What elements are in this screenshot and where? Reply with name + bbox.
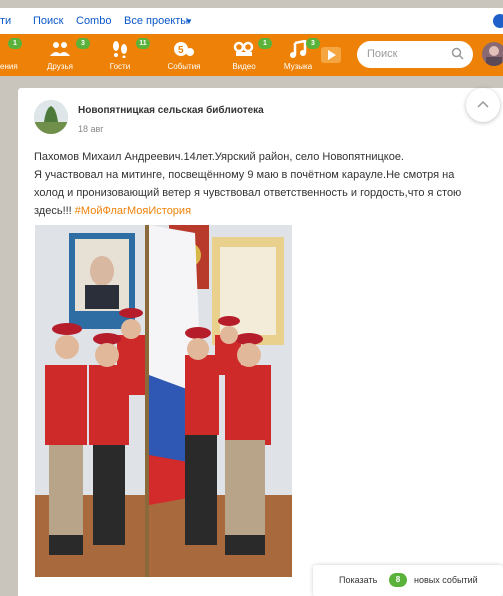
guests-label: Гости	[109, 62, 131, 71]
post-photo[interactable]	[35, 225, 292, 577]
search-placeholder: Поиск	[367, 48, 398, 60]
post-text-line: холод и пронизовающий ветер я чувствовал…	[34, 187, 462, 199]
new-events-notice[interactable]: Показать 8 новых событий	[313, 565, 503, 596]
search-input[interactable]: Поиск	[357, 41, 473, 68]
top-link-all-projects[interactable]: Все проекты	[124, 15, 188, 27]
top-link-search[interactable]: Поиск	[33, 15, 63, 27]
post-date[interactable]: 18 авг	[78, 124, 104, 134]
post-text-line: Пахомов Михаил Андреевич.14лет.Уярский р…	[34, 151, 404, 163]
post-card: Новопятницкая сельская библиотека 18 авг…	[18, 88, 503, 596]
toolbar-friends[interactable]: 3 Друзья	[40, 34, 90, 76]
toolbar-music[interactable]: 3 Музыка	[278, 34, 320, 76]
events-count-badge: 8	[389, 573, 407, 587]
top-link-partial[interactable]: ти	[0, 15, 11, 27]
post-text-line: Я участвовал на митинге, посвещённому 9 …	[34, 169, 455, 181]
hashtag-link[interactable]: #МойФлагМояИстория	[75, 205, 191, 217]
collapse-button[interactable]	[466, 88, 500, 122]
post-text: Пахомов Михаил Андреевич.14лет.Уярский р…	[34, 148, 489, 220]
friends-label: Друзья	[47, 62, 73, 71]
globe-icon[interactable]	[493, 14, 503, 28]
top-link-combo[interactable]: Combo	[76, 15, 111, 27]
events-icon: 5	[174, 42, 194, 56]
main-toolbar: 1 ения 3 Друзья 11 Гости 5 События 1 Вид…	[0, 34, 503, 76]
toolbar-guests[interactable]: 11 Гости	[100, 34, 150, 76]
messages-badge: 1	[8, 38, 22, 49]
post-text-line-last: здесь!!! #МойФлагМояИстория	[34, 202, 489, 220]
video-label: Видео	[232, 62, 256, 71]
messages-label: ения	[0, 62, 18, 71]
toolbar-events[interactable]: 5 События	[162, 34, 206, 76]
footprints-icon	[113, 41, 127, 58]
search-icon[interactable]	[451, 47, 464, 60]
chevron-up-icon	[477, 100, 489, 108]
video-icon	[233, 41, 254, 56]
events-label: События	[167, 62, 201, 71]
toolbar-messages[interactable]: 1 ения	[0, 34, 30, 76]
friends-badge: 3	[76, 38, 90, 49]
friends-icon	[50, 42, 70, 56]
events-prefix: Показать	[339, 575, 378, 585]
top-links-bar: ти Поиск Combo Все проекты ▼	[0, 8, 503, 34]
post-text-prefix: здесь!!!	[34, 205, 75, 217]
music-label: Музыка	[283, 62, 313, 71]
music-badge: 3	[306, 38, 320, 49]
chevron-down-icon[interactable]: ▼	[185, 17, 193, 26]
author-avatar[interactable]	[34, 100, 68, 134]
svg-text:5: 5	[178, 45, 184, 56]
toolbar-video[interactable]: 1 Видео	[224, 34, 272, 76]
guests-badge: 11	[136, 38, 150, 49]
events-suffix: новых событий	[414, 575, 478, 585]
video-badge: 1	[258, 38, 272, 49]
user-avatar[interactable]	[482, 42, 503, 66]
play-icon[interactable]	[321, 47, 341, 63]
post-author[interactable]: Новопятницкая сельская библиотека	[78, 105, 264, 116]
